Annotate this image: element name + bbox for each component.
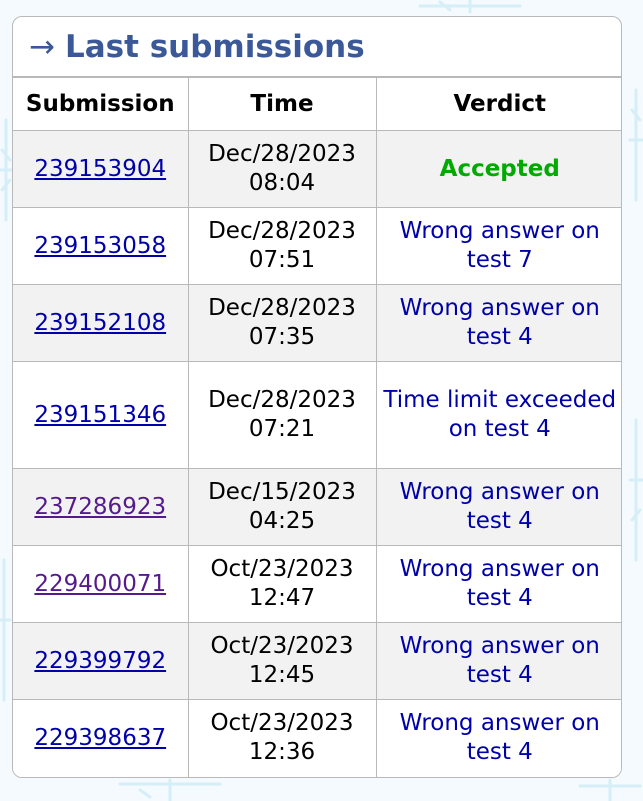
column-header-verdict: Verdict [375,77,621,131]
time-cell: Dec/28/2023 08:04 [187,130,377,208]
time-cell: Dec/28/2023 07:51 [187,207,377,285]
verdict-text: Wrong answer on test 7 [399,218,600,273]
verdict-cell: Wrong answer on test 4 [375,622,621,700]
submission-time: 04:25 [248,508,316,534]
table-row: 237286923 Dec/15/2023 04:25 Wrong answer … [13,468,621,546]
submission-cell: 237286923 [13,468,189,546]
table-row: 229400071 Oct/23/2023 12:47 Wrong answer … [13,545,621,623]
submission-cell: 239153058 [13,207,189,285]
verdict-text: Accepted [439,155,560,182]
submission-link[interactable]: 239152108 [34,310,166,336]
submission-link[interactable]: 229399792 [34,648,166,674]
submission-date: Oct/23/2023 [210,556,354,582]
submission-date: Dec/28/2023 [208,141,356,167]
verdict-text: Wrong answer on test 4 [399,479,600,534]
time-cell: Oct/23/2023 12:36 [187,699,377,777]
verdict-cell: Accepted [375,130,621,208]
verdict-text: Wrong answer on test 4 [399,633,600,688]
table-header-row: Submission Time Verdict [13,77,621,131]
time-cell: Dec/28/2023 07:21 [187,361,377,469]
table-row: 239153058 Dec/28/2023 07:51 Wrong answer … [13,207,621,285]
submission-date: Dec/28/2023 [208,387,356,413]
submission-time: 12:36 [248,739,316,766]
submission-date: Dec/28/2023 [208,295,356,321]
table-row: 229399792 Oct/23/2023 12:45 Wrong answer … [13,622,621,700]
panel-title: Last submissions [64,28,365,65]
verdict-cell: Time limit exceeded on test 4 [375,361,621,469]
verdict-cell: Wrong answer on test 4 [375,284,621,362]
submission-time: 07:35 [248,324,316,350]
submission-cell: 239152108 [13,284,189,362]
submission-time: 07:51 [248,247,316,273]
submission-time: 12:47 [248,585,316,611]
submission-link[interactable]: 239151346 [34,402,166,428]
submission-link[interactable]: 229398637 [34,725,166,751]
submission-time: 08:04 [248,170,316,196]
table-row: 239151346 Dec/28/2023 07:21 Time limit ex… [13,361,621,469]
submission-cell: 239151346 [13,361,189,469]
submission-cell: 229399792 [13,622,189,700]
time-cell: Dec/28/2023 07:35 [187,284,377,362]
submission-date: Oct/23/2023 [210,633,354,659]
table-row: 229398637 Oct/23/2023 12:36 Wrong answer … [13,699,621,777]
verdict-cell: Wrong answer on test 4 [375,545,621,623]
submission-link[interactable]: 229400071 [34,571,166,597]
submission-cell: 229398637 [13,699,189,777]
column-header-time: Time [187,77,377,131]
verdict-text: Wrong answer on test 4 [399,710,600,766]
time-cell: Dec/15/2023 04:25 [187,468,377,546]
verdict-cell: Wrong answer on test 7 [375,207,621,285]
column-header-submission: Submission [13,77,189,131]
submissions-table: Submission Time Verdict 239153904 Dec/28… [13,77,621,777]
table-row: 239153904 Dec/28/2023 08:04 Accepted [13,130,621,208]
verdict-cell: Wrong answer on test 4 [375,699,621,777]
submission-time: 12:45 [248,662,316,688]
panel-caption: → Last submissions [13,17,621,77]
arrow-right-icon: → [29,28,55,65]
submission-link[interactable]: 239153058 [34,233,166,259]
submission-cell: 239153904 [13,130,189,208]
verdict-text: Wrong answer on test 4 [399,295,600,350]
submission-cell: 229400071 [13,545,189,623]
table-row: 239152108 Dec/28/2023 07:35 Wrong answer … [13,284,621,362]
submission-link[interactable]: 237286923 [34,494,166,520]
submission-date: Dec/15/2023 [208,479,356,505]
time-cell: Oct/23/2023 12:47 [187,545,377,623]
submission-link[interactable]: 239153904 [34,156,166,182]
verdict-cell: Wrong answer on test 4 [375,468,621,546]
submission-date: Oct/23/2023 [210,710,354,737]
last-submissions-panel: → Last submissions Submission Time Verdi… [12,16,622,778]
submission-date: Dec/28/2023 [208,218,356,244]
time-cell: Oct/23/2023 12:45 [187,622,377,700]
verdict-text: Wrong answer on test 4 [399,556,600,611]
submission-time: 07:21 [248,416,316,442]
verdict-text: Time limit exceeded on test 4 [383,387,617,442]
